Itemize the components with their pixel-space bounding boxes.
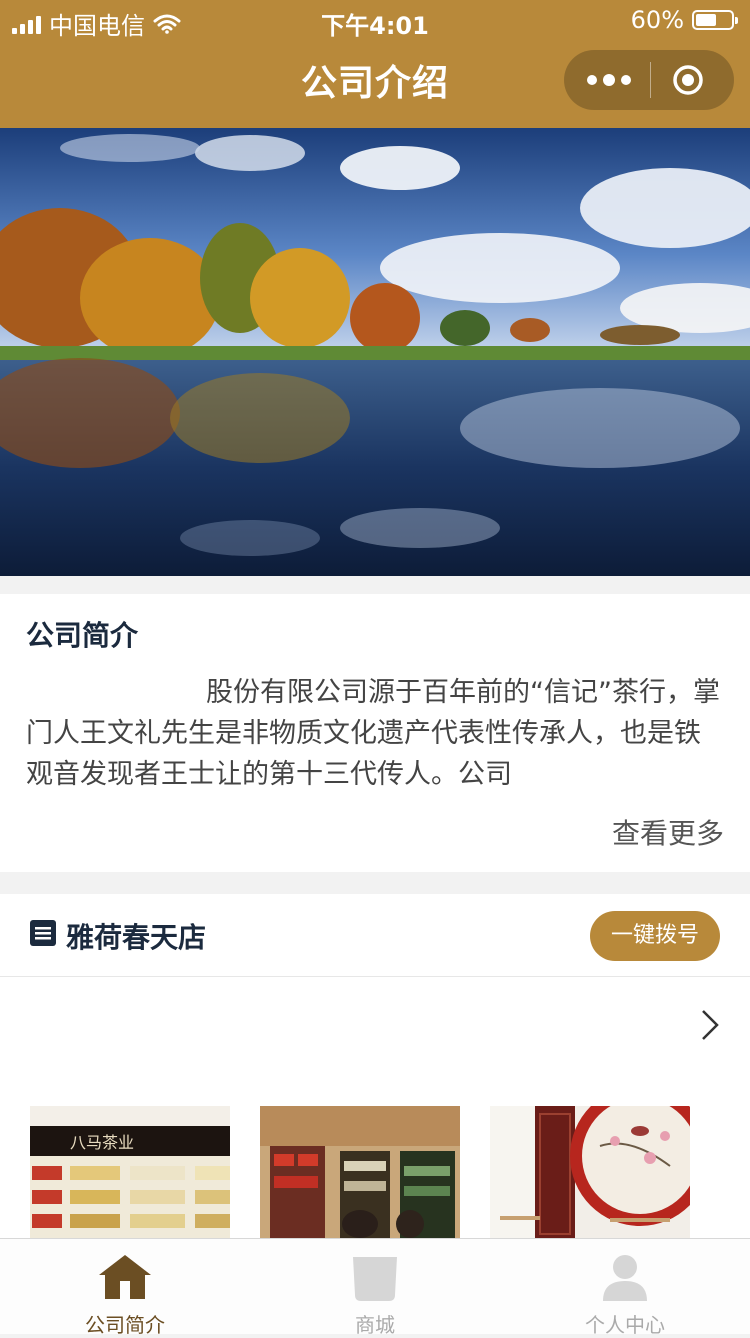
intro-paragraph: 股份有限公司源于百年前的“信记”茶行，掌门人王文礼先生是非物质文化遗产代表性传承… (26, 677, 720, 790)
battery-percent: 60% (630, 6, 684, 34)
more-icon[interactable] (586, 72, 632, 88)
person-icon (603, 1255, 647, 1301)
close-target-icon[interactable] (672, 64, 704, 96)
intro-heading: 公司简介 (26, 619, 139, 652)
tab-company-intro[interactable]: 公司简介 (0, 1239, 250, 1337)
bag-icon (353, 1257, 397, 1301)
miniprogram-capsule (564, 50, 734, 110)
tab-mall[interactable]: 商城 (250, 1239, 500, 1337)
document-icon (30, 920, 56, 946)
home-icon (99, 1255, 151, 1299)
store-photo[interactable] (490, 1106, 690, 1238)
banner-image (0, 128, 750, 576)
capsule-divider (650, 62, 651, 98)
store-header: 雅荷春天店 一键拨号 (0, 894, 750, 977)
top-bar: 中国电信 下午4:01 60% 公司介绍 (0, 0, 750, 128)
tab-bar: 公司简介 商城 个人中心 (0, 1238, 750, 1337)
battery-icon (692, 10, 738, 30)
store-card: 雅荷春天店 一键拨号 八马茶业 (0, 894, 750, 1238)
tab-profile[interactable]: 个人中心 (500, 1239, 750, 1337)
company-intro-card: 公司简介 股份有限公司源于百年前的“信记”茶行，掌门人王文礼先生是非物质文化遗产… (0, 594, 750, 872)
store-photo[interactable] (260, 1106, 460, 1238)
store-photo[interactable]: 八马茶业 (30, 1106, 230, 1238)
view-more-link[interactable]: 查看更多 (612, 812, 724, 852)
status-bar: 中国电信 下午4:01 60% (0, 0, 750, 40)
sign-text: 八马茶业 (70, 1133, 134, 1152)
store-photos: 八马茶业 (30, 1106, 730, 1238)
chevron-right-icon[interactable] (700, 1008, 720, 1042)
call-button[interactable]: 一键拨号 (590, 911, 720, 961)
store-name: 雅荷春天店 (66, 921, 207, 954)
